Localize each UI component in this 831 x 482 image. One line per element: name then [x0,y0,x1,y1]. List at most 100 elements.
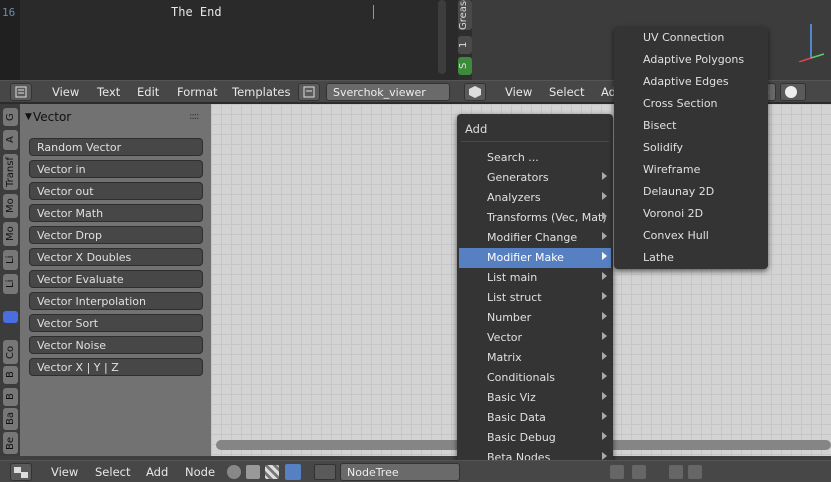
vector-x-doubles-button[interactable]: Vector X Doubles [29,248,203,266]
tab-be[interactable]: Be [3,432,18,454]
menu-item-analyzers[interactable]: Analyzers [459,188,611,208]
sverchok-tree-icon[interactable] [285,464,301,480]
menu-item-label: List main [487,271,538,284]
submenu-item-lathe[interactable]: Lathe [643,251,674,264]
vector-math-button[interactable]: Vector Math [29,204,203,222]
vector-xyz-button[interactable]: Vector X | Y | Z [29,358,203,376]
tab-b[interactable]: B [3,366,18,384]
vector-out-button[interactable]: Vector out [29,182,203,200]
3d-view-tabs: Grease 1 S [458,0,472,80]
submenu-item-uv-connection[interactable]: UV Connection [643,31,724,44]
vector-sort-button[interactable]: Vector Sort [29,314,203,332]
tab-a[interactable]: A [3,130,18,150]
menu-item-list-struct[interactable]: List struct [459,288,611,308]
vector-evaluate-button[interactable]: Vector Evaluate [29,270,203,288]
collapse-triangle-icon[interactable]: ▼ [25,112,32,122]
node-tree-name-field[interactable]: NodeTree [340,463,460,481]
text-editor-icon [15,86,27,98]
vector-interpolation-button[interactable]: Vector Interpolation [29,292,203,310]
menu-add[interactable]: Add [146,465,168,479]
shader-nodes-icon[interactable] [227,465,241,479]
text-cursor [373,5,374,19]
copy-icon[interactable] [669,465,683,479]
menu-item-basic-debug[interactable]: Basic Debug [459,428,611,448]
menu-item-conditionals[interactable]: Conditionals [459,368,611,388]
submenu-item-convex-hull[interactable]: Convex Hull [643,229,709,242]
menu-item-basic-viz[interactable]: Basic Viz [459,388,611,408]
menu-item-generators[interactable]: Generators [459,168,611,188]
editor-type-button[interactable] [10,463,32,481]
drag-grip-icon[interactable]: :::: [189,111,200,122]
editor-type-button[interactable] [464,83,486,101]
submenu-item-wireframe[interactable]: Wireframe [643,163,700,176]
menu-item-label: Basic Data [487,411,546,424]
menu-view[interactable]: View [51,465,78,479]
vector-noise-button[interactable]: Vector Noise [29,336,203,354]
tab-sverchok[interactable]: S [458,57,472,75]
menu-item-modifier-change[interactable]: Modifier Change [459,228,611,248]
menu-item-label: Basic Debug [487,431,556,444]
submenu-item-adaptive-edges[interactable]: Adaptive Edges [643,75,729,88]
node-tree-browse-icon[interactable] [314,464,336,480]
menu-select[interactable]: Select [549,85,584,99]
text-browse-button[interactable] [298,83,320,101]
vector-in-button[interactable]: Vector in [29,160,203,178]
menu-templates[interactable]: Templates [232,85,290,99]
vector-drop-button[interactable]: Vector Drop [29,226,203,244]
tab-mo[interactable]: Mo [3,194,18,218]
tab-grease[interactable]: Grease [458,0,472,30]
panel-title[interactable]: Vector [33,110,71,124]
random-vector-button[interactable]: Random Vector [29,138,203,156]
cube-icon [469,86,481,98]
text-block-name-field[interactable]: Sverchok_viewer [326,83,450,101]
submenu-item-cross-section[interactable]: Cross Section [643,97,718,110]
tab-g[interactable]: G [3,108,18,126]
menu-view[interactable]: View [52,85,79,99]
text-editor-header: View Text Edit Format Templates Sverchok… [0,80,458,102]
shading-button[interactable] [780,83,806,101]
text-document-icon [303,86,315,98]
menu-item-modifier-make[interactable]: Modifier Make [459,248,611,268]
tab-layer[interactable]: 1 [458,36,472,54]
tab-co[interactable]: Co [3,340,18,364]
tab-vector-active[interactable] [3,311,18,323]
submenu-arrow-icon [602,412,607,420]
menu-view[interactable]: View [505,85,532,99]
submenu-item-voronoi-2d[interactable]: Voronoi 2D [643,207,703,220]
text-scrollbar[interactable] [438,0,446,74]
menu-item-matrix[interactable]: Matrix [459,348,611,368]
menu-text[interactable]: Text [97,85,120,99]
menu-item-label: Search ... [487,151,539,164]
submenu-arrow-icon [602,372,607,380]
snap-icon[interactable] [632,465,646,479]
texture-nodes-icon[interactable] [246,465,260,479]
menu-item-label: Conditionals [487,371,556,384]
editor-type-button[interactable] [10,83,32,101]
menu-item-transforms[interactable]: Transforms (Vec, Mat) [459,208,611,228]
link-icon[interactable] [610,465,624,479]
menu-item-search[interactable]: Search ... [459,148,611,168]
menu-item-list-main[interactable]: List main [459,268,611,288]
menu-separator [461,141,609,142]
tab-ba[interactable]: Ba [3,408,18,430]
menu-select[interactable]: Select [95,465,130,479]
submenu-item-solidify[interactable]: Solidify [643,141,683,154]
tab-mo-2[interactable]: Mo [3,222,18,246]
tab-b-2[interactable]: B [3,388,18,406]
tab-li[interactable]: Li [3,250,18,270]
submenu-item-adaptive-polygons[interactable]: Adaptive Polygons [643,53,744,66]
menu-edit[interactable]: Edit [137,85,159,99]
paste-icon[interactable] [688,465,702,479]
menu-item-basic-data[interactable]: Basic Data [459,408,611,428]
menu-format[interactable]: Format [177,85,218,99]
menu-item-vector[interactable]: Vector [459,328,611,348]
tab-li-2[interactable]: Li [3,274,18,294]
submenu-item-bisect[interactable]: Bisect [643,119,676,132]
compositing-nodes-icon[interactable] [265,465,279,479]
menu-node[interactable]: Node [185,465,215,479]
submenu-item-delaunay-2d[interactable]: Delaunay 2D [643,185,714,198]
submenu-arrow-icon [602,352,607,360]
tab-transf[interactable]: Transf [3,154,18,190]
menu-item-number[interactable]: Number [459,308,611,328]
text-editor-area[interactable] [0,0,458,80]
